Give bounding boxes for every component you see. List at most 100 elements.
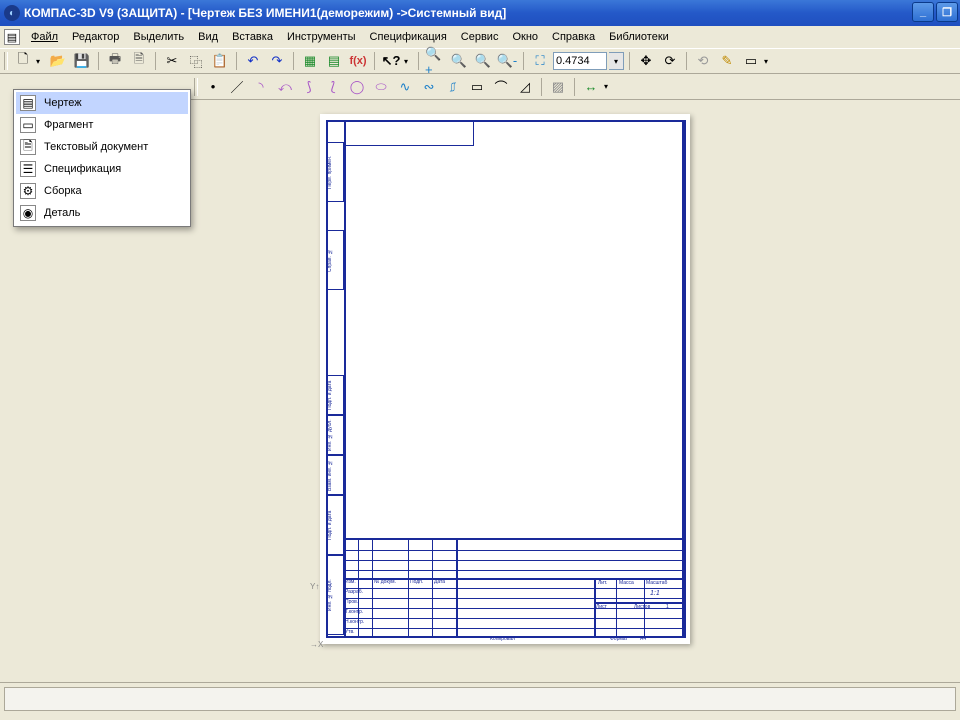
display-mode-button[interactable]: ▭: [740, 50, 762, 72]
status-panel: [4, 687, 956, 711]
pan-button[interactable]: ✥: [635, 50, 657, 72]
dropdown-label: Фрагмент: [44, 119, 93, 131]
dropdown-label: Спецификация: [44, 163, 121, 175]
lbl-massa: Масса: [619, 580, 634, 586]
side-label: Инв. № подл.: [326, 555, 344, 635]
hatch-button[interactable]: ▨: [547, 76, 569, 98]
new-dropdown-arrow[interactable]: ▾: [36, 57, 45, 66]
rotate-view-button[interactable]: ⟳: [659, 50, 681, 72]
print-preview-button[interactable]: 🗎: [128, 50, 150, 72]
dropdown-label: Чертеж: [44, 97, 82, 109]
dimension-button[interactable]: ↔: [580, 76, 602, 98]
side-label: Инв. № дубл.: [326, 415, 344, 455]
edit-mode-button[interactable]: ✎: [716, 50, 738, 72]
side-label: Подп. и дата: [326, 495, 344, 555]
help-dropdown-arrow[interactable]: ▾: [404, 57, 413, 66]
menu-edit[interactable]: Редактор: [65, 29, 126, 45]
spec-icon: ☰: [20, 161, 36, 177]
point-button[interactable]: •: [202, 76, 224, 98]
lbl-izm: Изм.: [345, 579, 356, 585]
arc-tangent-button[interactable]: ⟅: [322, 76, 344, 98]
top-frame-notch: [344, 120, 474, 146]
side-label: Подп. и дата: [326, 375, 344, 415]
mdi-document-icon[interactable]: ▤: [4, 29, 20, 45]
zoom-dropdown[interactable]: ▾: [609, 52, 624, 70]
zoom-input[interactable]: [553, 52, 607, 70]
lbl-razrab: Разраб.: [345, 589, 363, 595]
new-button[interactable]: 🗋: [12, 50, 34, 72]
dropdown-label: Деталь: [44, 207, 80, 219]
arc-start-button[interactable]: ◝: [250, 76, 272, 98]
zoom-fit-button[interactable]: ⛶: [529, 50, 551, 72]
display-dropdown-arrow[interactable]: ▾: [764, 57, 773, 66]
dropdown-item-spec[interactable]: ☰ Спецификация: [16, 158, 188, 180]
arc-button[interactable]: ⤺: [274, 76, 296, 98]
minimize-button[interactable]: _: [912, 2, 934, 22]
zoom-out-button[interactable]: 🔍-: [496, 50, 518, 72]
menu-select[interactable]: Выделить: [126, 29, 191, 45]
menu-spec[interactable]: Спецификация: [363, 29, 454, 45]
chamfer-button[interactable]: ◿: [514, 76, 536, 98]
textdoc-icon: 🗎: [20, 139, 36, 155]
refresh-button[interactable]: ⟲: [692, 50, 714, 72]
fillet-button[interactable]: ⌒: [490, 76, 512, 98]
layers-button[interactable]: ▤: [323, 50, 345, 72]
grid-button[interactable]: ▦: [299, 50, 321, 72]
circle-button[interactable]: ◯: [346, 76, 368, 98]
dropdown-item-assembly[interactable]: ⚙ Сборка: [16, 180, 188, 202]
zoom-area-button[interactable]: 🔍: [448, 50, 470, 72]
menu-insert[interactable]: Вставка: [225, 29, 280, 45]
menubar: ▤ Файл Редактор Выделить Вид Вставка Инс…: [0, 26, 960, 48]
dropdown-item-part[interactable]: ◉ Деталь: [16, 202, 188, 224]
lbl-a4: A4: [640, 636, 646, 642]
copy-button[interactable]: ⿻: [185, 50, 207, 72]
dropdown-item-drawing[interactable]: ▤ Чертеж: [16, 92, 188, 114]
redo-button[interactable]: ↷: [266, 50, 288, 72]
save-button[interactable]: 💾: [71, 50, 93, 72]
drawing-sheet[interactable]: Перв. примен. Справ. № Подп. и дата Инв.…: [320, 114, 690, 644]
undo-button[interactable]: ↶: [242, 50, 264, 72]
help-pointer-button[interactable]: ↖?: [380, 50, 402, 72]
lbl-prov: Пров.: [345, 599, 358, 605]
menu-file[interactable]: Файл: [24, 29, 65, 45]
paste-button[interactable]: 📋: [209, 50, 231, 72]
side-label: Справ. №: [326, 230, 344, 290]
side-label-strip: Перв. примен. Справ. № Подп. и дата Инв.…: [326, 120, 344, 638]
zoom-prev-button[interactable]: 🔍: [472, 50, 494, 72]
fx-button[interactable]: f(x): [347, 50, 369, 72]
print-button[interactable]: 🖶: [104, 50, 126, 72]
polyline-button[interactable]: ⎎: [442, 76, 464, 98]
lbl-kopiroval: Копировал: [490, 636, 515, 642]
menu-tools[interactable]: Инструменты: [280, 29, 363, 45]
ellipse-button[interactable]: ⬭: [370, 76, 392, 98]
window-title: КОМПАС-3D V9 (ЗАЩИТА) - [Чертеж БЕЗ ИМЕН…: [24, 6, 506, 20]
toolbar-grip[interactable]: [4, 52, 8, 70]
menu-service[interactable]: Сервис: [454, 29, 506, 45]
arc-3pt-button[interactable]: ⟆: [298, 76, 320, 98]
open-button[interactable]: 📂: [47, 50, 69, 72]
menu-libs[interactable]: Библиотеки: [602, 29, 676, 45]
menu-view[interactable]: Вид: [191, 29, 225, 45]
statusbar: [0, 682, 960, 720]
dropdown-item-textdoc[interactable]: 🗎 Текстовый документ: [16, 136, 188, 158]
toolbar-grip[interactable]: [194, 78, 198, 96]
fragment-icon: ▭: [20, 117, 36, 133]
menu-help[interactable]: Справка: [545, 29, 602, 45]
dropdown-item-fragment[interactable]: ▭ Фрагмент: [16, 114, 188, 136]
lbl-podp: Подп.: [410, 579, 423, 585]
y-axis-icon: Y↑: [310, 582, 319, 591]
part-icon: ◉: [20, 205, 36, 221]
cut-button[interactable]: ✂: [161, 50, 183, 72]
menu-window[interactable]: Окно: [505, 29, 545, 45]
lbl-mashtab: Масштаб: [646, 580, 667, 586]
lbl-ndokum: № докум.: [374, 579, 396, 585]
dimension-dropdown-arrow[interactable]: ▾: [604, 82, 613, 91]
maximize-button[interactable]: ❐: [936, 2, 958, 22]
lbl-format: Формат: [610, 636, 628, 642]
bezier-button[interactable]: ∾: [418, 76, 440, 98]
rectangle-button[interactable]: ▭: [466, 76, 488, 98]
line-button[interactable]: ／: [226, 76, 248, 98]
lbl-nkontr: Н.контр.: [345, 619, 364, 625]
spline-button[interactable]: ∿: [394, 76, 416, 98]
zoom-in-button[interactable]: 🔍+: [424, 50, 446, 72]
